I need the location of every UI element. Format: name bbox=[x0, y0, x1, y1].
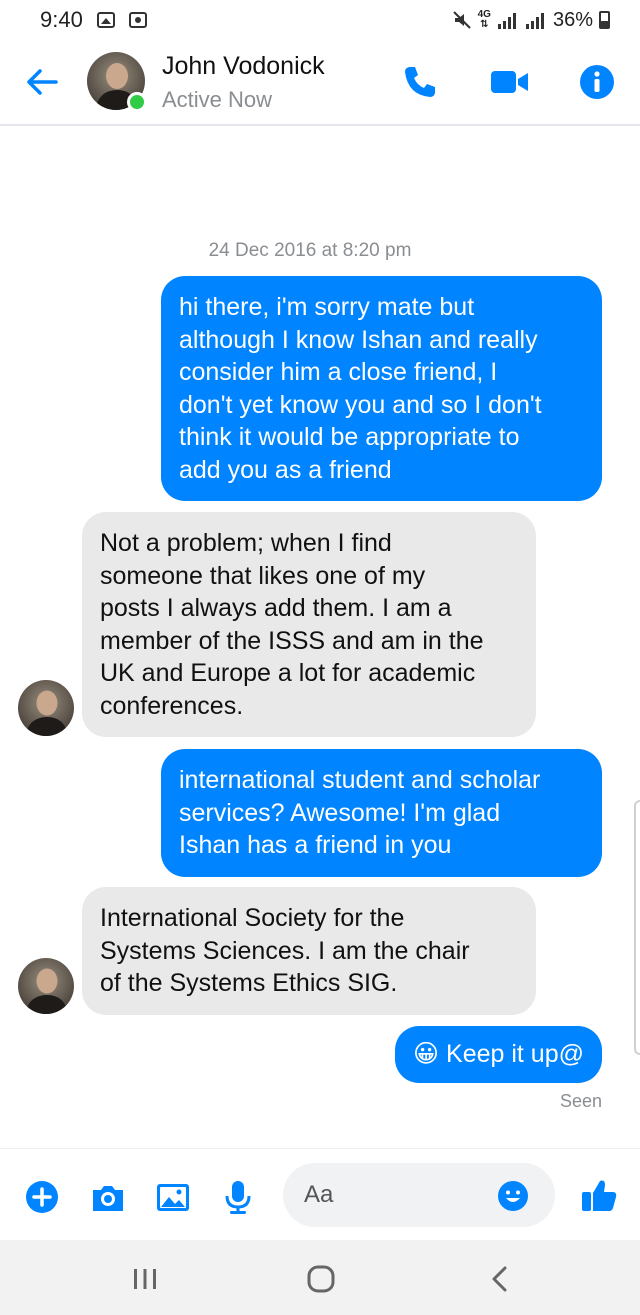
message-line: member of the ISSS and am in the bbox=[100, 626, 484, 655]
message-line: Not a problem; when I find bbox=[100, 529, 392, 557]
message-line: UK and Europe a lot for academic bbox=[100, 659, 476, 687]
plus-icon[interactable] bbox=[22, 1177, 62, 1217]
sender-avatar[interactable] bbox=[18, 958, 74, 1014]
online-indicator bbox=[127, 92, 147, 112]
thumbs-up-icon[interactable] bbox=[578, 1173, 622, 1217]
conversation-timestamp: 24 Dec 2016 at 8:20 pm bbox=[208, 240, 412, 261]
battery-icon bbox=[599, 11, 610, 29]
outgoing-message[interactable]: 😀 Keep it up@ bbox=[395, 1026, 602, 1083]
battery-percent: 36% bbox=[552, 8, 593, 31]
message-line: 😀 Keep it up@ bbox=[413, 1040, 584, 1068]
back-arrow-icon[interactable] bbox=[22, 62, 62, 102]
emoji-icon[interactable] bbox=[496, 1179, 530, 1213]
message-line: don't yet know you and so I don't bbox=[179, 390, 542, 419]
phone-icon[interactable] bbox=[398, 60, 442, 104]
message-line: international student and scholar bbox=[179, 766, 541, 794]
mute-icon bbox=[452, 11, 471, 29]
message-line: International Society for the bbox=[100, 904, 405, 932]
outgoing-message[interactable]: international student and scholar servic… bbox=[161, 749, 602, 877]
home-icon[interactable] bbox=[304, 1262, 338, 1296]
message-line: posts I always add them. I am a bbox=[100, 594, 452, 622]
message-line: of the Systems Ethics SIG. bbox=[100, 969, 398, 997]
signal-icon bbox=[497, 13, 516, 29]
gallery-icon[interactable] bbox=[153, 1177, 193, 1217]
message-line: Ishan has a friend in you bbox=[179, 831, 452, 859]
microphone-icon[interactable] bbox=[218, 1177, 258, 1217]
sender-avatar[interactable] bbox=[18, 680, 74, 736]
network-type: 4G ⇅ bbox=[477, 9, 491, 30]
message-line: consider him a close friend, I bbox=[179, 358, 498, 386]
conversation-header: John Vodonick Active Now bbox=[0, 40, 640, 126]
message-line: hi there, i'm sorry mate but bbox=[179, 293, 475, 321]
seen-indicator: Seen bbox=[559, 1091, 602, 1111]
notification-icon bbox=[128, 12, 147, 28]
status-time: 9:40 bbox=[40, 7, 83, 32]
signal-icon bbox=[525, 13, 544, 29]
recent-apps-icon[interactable] bbox=[128, 1262, 162, 1296]
outgoing-message[interactable]: hi there, i'm sorry mate but although I … bbox=[161, 276, 602, 501]
image-icon bbox=[96, 12, 115, 28]
message-line: add you as a friend bbox=[179, 455, 392, 484]
message-line: conferences. bbox=[100, 691, 244, 720]
incoming-message[interactable]: Not a problem; when I find someone that … bbox=[82, 512, 536, 737]
status-bar: 9:40 4G ⇅ 36% bbox=[0, 0, 640, 40]
message-line: although I know Ishan and really bbox=[179, 325, 538, 354]
message-line: someone that likes one of my bbox=[100, 561, 426, 590]
message-composer: Aa bbox=[0, 1148, 640, 1240]
message-input[interactable]: Aa bbox=[283, 1163, 555, 1227]
contact-name[interactable]: John Vodonick bbox=[162, 52, 325, 81]
back-icon[interactable] bbox=[484, 1262, 518, 1296]
contact-avatar[interactable] bbox=[87, 52, 147, 112]
message-input-placeholder: Aa bbox=[304, 1181, 334, 1208]
video-camera-icon[interactable] bbox=[488, 60, 532, 104]
message-line: think it would be appropriate to bbox=[179, 423, 520, 451]
contact-status: Active Now bbox=[162, 87, 273, 112]
scroll-indicator[interactable] bbox=[634, 800, 640, 1055]
message-line: services? Awesome! I'm glad bbox=[179, 798, 501, 827]
incoming-message[interactable]: International Society for the Systems Sc… bbox=[82, 887, 536, 1015]
info-icon[interactable] bbox=[576, 60, 620, 104]
system-navigation-bar bbox=[0, 1240, 640, 1315]
camera-icon[interactable] bbox=[88, 1177, 128, 1217]
message-line: Systems Sciences. I am the chair bbox=[100, 936, 470, 965]
